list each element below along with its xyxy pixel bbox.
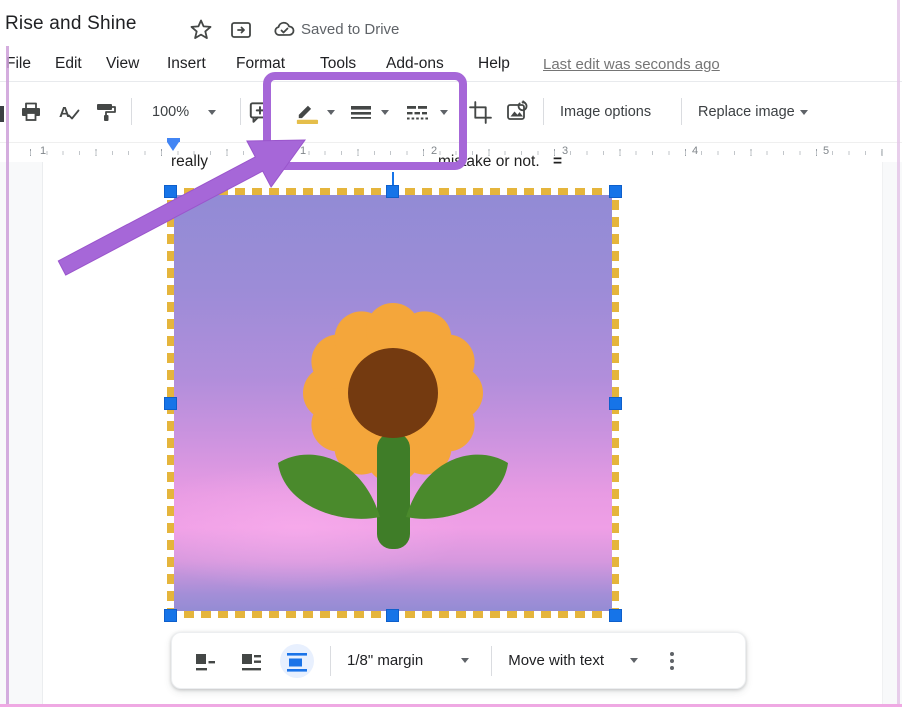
menu-help[interactable]: Help (478, 55, 510, 73)
break-text-button[interactable] (280, 644, 314, 678)
resize-handle-s[interactable] (386, 609, 399, 622)
border-dash-icon[interactable] (405, 99, 431, 125)
last-edit-link[interactable]: Last edit was seconds ago (543, 56, 720, 73)
replace-image-button[interactable]: Replace image (698, 104, 795, 120)
menu-edit[interactable]: Edit (55, 55, 82, 73)
border-dash-dropdown-arrow[interactable] (440, 110, 448, 115)
toolbar-divider (131, 98, 132, 125)
print-icon[interactable] (18, 99, 44, 125)
ruler-label: 2 (431, 145, 437, 157)
cropped-icon-fragment (0, 106, 4, 122)
image-position-toolbar: 1/8" margin Move with text (171, 632, 746, 689)
image-options-button[interactable]: Image options (560, 104, 651, 120)
add-comment-icon[interactable] (247, 99, 273, 125)
replace-image-icon[interactable] (505, 99, 531, 125)
move-dropdown-arrow[interactable] (630, 658, 638, 663)
body-text-fragment: mistake or not. (438, 153, 540, 171)
ruler-label: 3 (562, 145, 568, 157)
wrap-text-button[interactable] (234, 644, 268, 678)
resize-handle-w[interactable] (164, 397, 177, 410)
menu-file[interactable]: File (6, 55, 31, 73)
menu-bar: File Edit View Insert Format Tools Add-o… (0, 50, 902, 82)
border-color-dropdown-arrow[interactable] (327, 110, 335, 115)
menu-addons[interactable]: Add-ons (386, 55, 444, 73)
ruler-label: 1 (300, 145, 306, 157)
document-canvas: really mistake or not. = (0, 162, 902, 707)
float-toolbar-divider (330, 646, 331, 676)
replace-image-dropdown-arrow[interactable] (800, 110, 808, 115)
ruler-label: 4 (692, 145, 698, 157)
resize-handle-se[interactable] (609, 609, 622, 622)
zoom-select[interactable]: 100% (152, 104, 189, 120)
resize-handle-nw[interactable] (164, 185, 177, 198)
toolbar-divider (240, 98, 241, 125)
menu-insert[interactable]: Insert (167, 55, 206, 73)
more-options-kebab-icon[interactable] (670, 652, 674, 670)
margin-select[interactable]: 1/8" margin (347, 652, 423, 669)
google-docs-window: Rise and Shine Saved to Drive File Edit … (0, 0, 902, 707)
ruler-label: 5 (823, 145, 829, 157)
toolbar-divider (543, 98, 544, 125)
body-text-fragment: really (171, 153, 208, 171)
menu-view[interactable]: View (106, 55, 139, 73)
resize-handle-ne[interactable] (609, 185, 622, 198)
selected-image-frame[interactable] (167, 188, 619, 618)
wrap-inline-button[interactable] (188, 644, 222, 678)
zoom-dropdown-arrow[interactable] (208, 110, 216, 115)
saved-status[interactable]: Saved to Drive (301, 21, 399, 38)
paint-format-icon[interactable] (93, 99, 119, 125)
menu-format[interactable]: Format (236, 55, 285, 73)
sunflower-illustration (174, 195, 612, 611)
body-text-mark: = (553, 153, 562, 171)
ruler-label: 1 (40, 145, 46, 157)
border-color-icon[interactable] (293, 99, 319, 125)
document-page[interactable]: really mistake or not. = (42, 162, 883, 707)
border-weight-icon[interactable] (348, 99, 374, 125)
resize-handle-e[interactable] (609, 397, 622, 410)
resize-handle-n[interactable] (386, 185, 399, 198)
star-icon[interactable] (189, 18, 213, 42)
crop-icon[interactable] (467, 99, 493, 125)
screenshot-edge (897, 0, 900, 707)
sunflower-image[interactable] (174, 195, 612, 611)
move-folder-icon[interactable] (229, 18, 253, 42)
float-toolbar-divider (491, 646, 492, 676)
toolbar: A 100% Image options (0, 82, 902, 141)
svg-text:A: A (59, 104, 70, 121)
margin-dropdown-arrow[interactable] (461, 658, 469, 663)
screenshot-edge (6, 46, 9, 707)
toolbar-divider (681, 98, 682, 125)
move-with-text-select[interactable]: Move with text (508, 652, 604, 669)
resize-handle-sw[interactable] (164, 609, 177, 622)
menu-tools[interactable]: Tools (320, 55, 356, 73)
spellcheck-icon[interactable]: A (56, 99, 82, 125)
left-indent-marker[interactable] (167, 142, 179, 151)
cloud-saved-icon (272, 18, 296, 42)
border-weight-dropdown-arrow[interactable] (381, 110, 389, 115)
document-title[interactable]: Rise and Shine (5, 13, 137, 35)
